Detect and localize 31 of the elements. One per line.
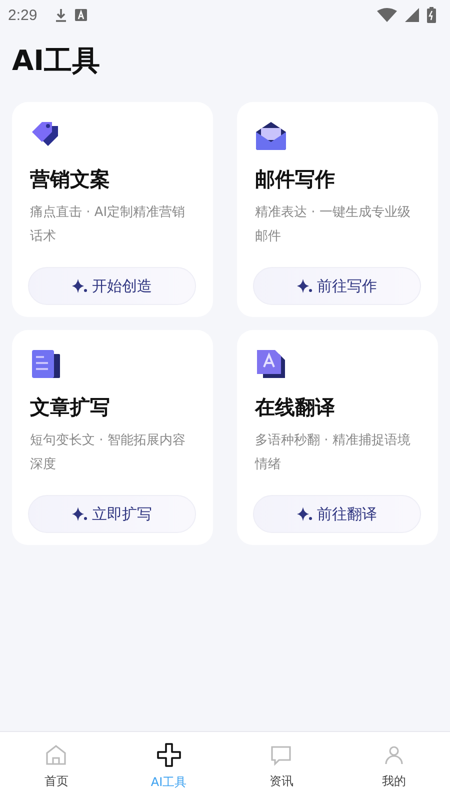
envelope-icon [255,120,287,152]
signal-icon [405,8,419,22]
sparkle-icon [72,507,88,521]
action-button[interactable]: 前往翻译 [253,495,421,533]
letter-a-icon [255,348,287,380]
sparkle-icon [297,507,313,521]
sparkle-icon [297,279,313,293]
status-time: 2:29 [8,6,38,24]
card-title: 文章扩写 [30,394,111,421]
sparkle-icon [72,279,88,293]
card-title: 营销文案 [30,166,111,193]
card-description: 精准表达 · 一键生成专业级邮件 [255,204,412,246]
app-notification-icon [75,9,88,21]
tab-item[interactable]: 我的 [338,732,450,800]
download-icon [55,8,68,22]
card-description: 短句变长文 · 智能拓展内容深度 [30,432,186,474]
page-title: AI工具 [12,43,102,79]
action-button[interactable]: 立即扩写 [28,495,196,533]
card-title: 在线翻译 [255,394,336,421]
cross-knot-icon [156,742,182,768]
battery-icon [427,7,436,23]
action-button[interactable]: 前往写作 [253,267,421,305]
card-description: 痛点直击 · AI定制精准营销话术 [30,204,186,246]
card-title: 邮件写作 [255,166,336,193]
document-icon [30,348,62,380]
card-description: 多语种秒翻 · 精准捕捉语境情绪 [255,432,412,474]
home-icon [44,742,68,766]
wifi-icon [377,8,397,22]
tab-item[interactable]: 资讯 [225,732,338,800]
tab-item[interactable]: 首页 [0,732,112,800]
action-button[interactable]: 开始创造 [28,267,196,305]
